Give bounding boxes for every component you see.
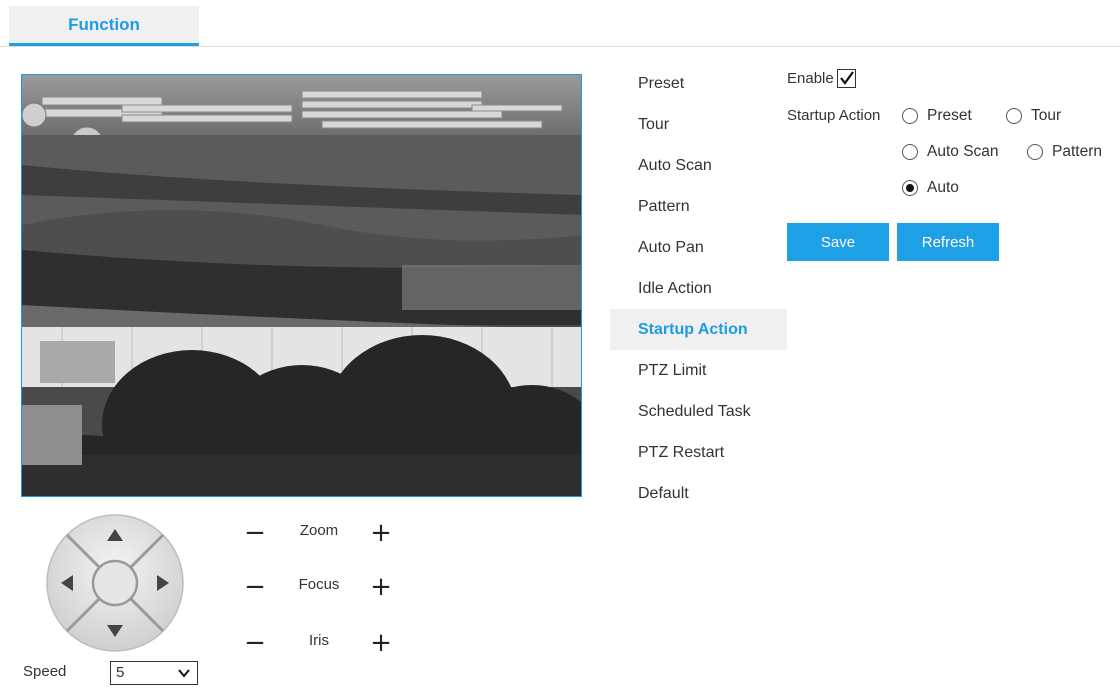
- ptz-down-button[interactable]: [100, 617, 130, 645]
- radio-auto[interactable]: Auto: [902, 179, 959, 197]
- iris-minus-button[interactable]: −: [243, 628, 267, 658]
- video-frame: [22, 75, 581, 496]
- focus-plus-button[interactable]: +: [369, 572, 393, 602]
- menu-item-ptz-restart[interactable]: PTZ Restart: [610, 432, 787, 473]
- radio-pattern-circle: [1027, 144, 1043, 160]
- menu-item-default[interactable]: Default: [610, 473, 787, 514]
- zoom-out-button[interactable]: −: [243, 518, 267, 548]
- speed-select[interactable]: 5: [110, 661, 198, 685]
- radio-tour-circle: [1006, 108, 1022, 124]
- menu-item-startup-action[interactable]: Startup Action: [610, 309, 787, 350]
- speed-value: 5: [116, 664, 125, 681]
- zoom-label: Zoom: [299, 522, 339, 539]
- radio-preset[interactable]: Preset: [902, 107, 972, 125]
- menu-item-tour[interactable]: Tour: [610, 104, 787, 145]
- tab-function[interactable]: Function: [9, 6, 199, 46]
- iris-label: Iris: [309, 632, 329, 649]
- enable-row: Enable: [787, 66, 856, 90]
- ptz-center-button[interactable]: [95, 563, 135, 603]
- live-video[interactable]: [21, 74, 582, 497]
- radio-tour-label: Tour: [1031, 107, 1062, 124]
- chevron-down-icon: [177, 662, 191, 691]
- focus-control: − Focus +: [243, 572, 393, 602]
- tab-bar: Function: [0, 0, 1120, 47]
- speed-label: Speed: [23, 663, 67, 680]
- menu-item-ptz-limit[interactable]: PTZ Limit: [610, 350, 787, 391]
- menu-item-auto-scan[interactable]: Auto Scan: [610, 145, 787, 186]
- function-menu: Preset Tour Auto Scan Pattern Auto Pan I…: [610, 63, 787, 514]
- menu-item-pattern[interactable]: Pattern: [610, 186, 787, 227]
- radio-auto-label: Auto: [927, 179, 959, 196]
- iris-control: − Iris +: [243, 628, 393, 658]
- ptz-left-button[interactable]: [53, 568, 81, 598]
- iris-plus-button[interactable]: +: [369, 628, 393, 658]
- zoom-in-button[interactable]: +: [369, 518, 393, 548]
- enable-label: Enable: [787, 69, 834, 87]
- startup-action-label: Startup Action: [787, 107, 881, 124]
- menu-item-scheduled-task[interactable]: Scheduled Task: [610, 391, 787, 432]
- ptz-direction-pad: [45, 513, 185, 653]
- radio-auto-scan-circle: [902, 144, 918, 160]
- focus-label: Focus: [298, 576, 340, 593]
- menu-item-preset[interactable]: Preset: [610, 63, 787, 104]
- radio-tour[interactable]: Tour: [1006, 107, 1061, 125]
- radio-auto-circle: [902, 180, 918, 196]
- menu-item-auto-pan[interactable]: Auto Pan: [610, 227, 787, 268]
- enable-checkbox[interactable]: [836, 68, 856, 88]
- radio-pattern[interactable]: Pattern: [1027, 143, 1102, 161]
- save-button[interactable]: Save: [787, 223, 889, 261]
- radio-preset-label: Preset: [927, 107, 972, 124]
- ptz-right-button[interactable]: [149, 568, 177, 598]
- radio-auto-scan[interactable]: Auto Scan: [902, 143, 999, 161]
- menu-item-idle-action[interactable]: Idle Action: [610, 268, 787, 309]
- ptz-up-button[interactable]: [100, 521, 130, 549]
- focus-minus-button[interactable]: −: [243, 572, 267, 602]
- refresh-button[interactable]: Refresh: [897, 223, 999, 261]
- checkmark-icon: [839, 70, 854, 85]
- zoom-control: − Zoom +: [243, 518, 393, 548]
- radio-preset-circle: [902, 108, 918, 124]
- radio-pattern-label: Pattern: [1052, 143, 1102, 160]
- radio-auto-scan-label: Auto Scan: [927, 143, 999, 160]
